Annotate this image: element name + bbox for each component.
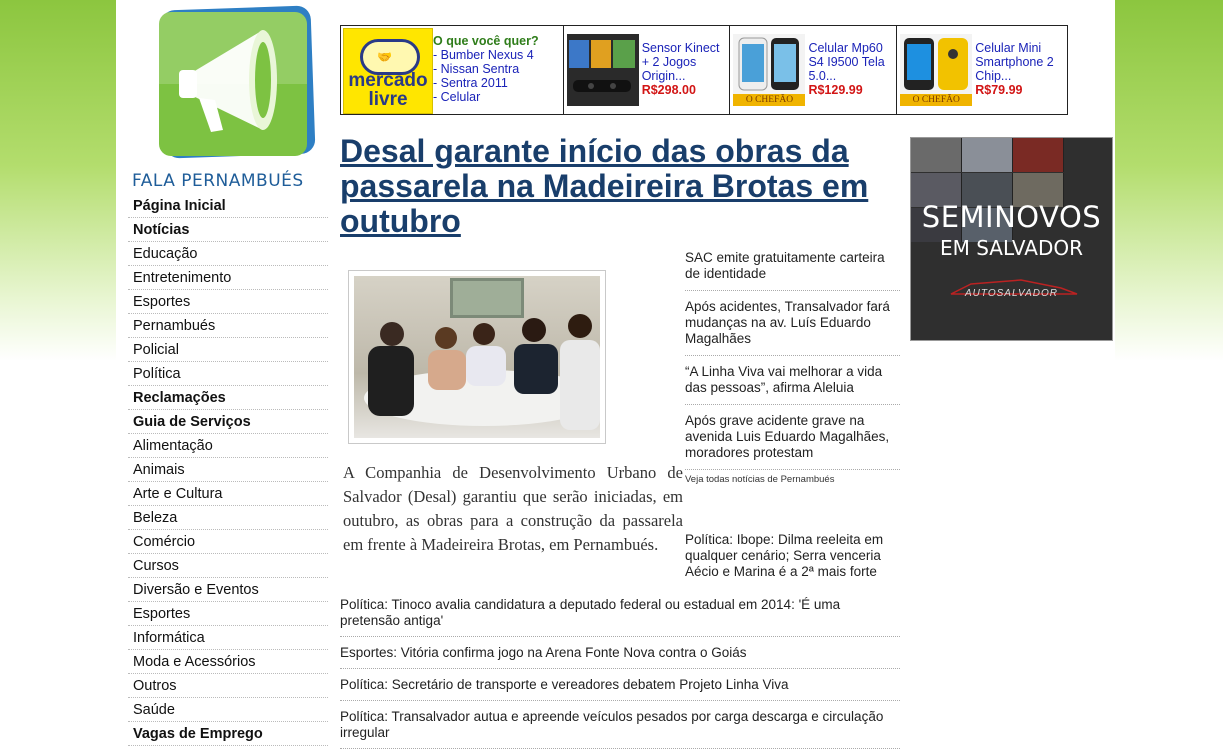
- nav-item[interactable]: Diversão e Eventos: [128, 578, 328, 602]
- product-price: R$298.00: [641, 83, 696, 97]
- car-thumbnails: [911, 138, 1112, 242]
- ad-link[interactable]: - Sentra 2011: [433, 76, 539, 90]
- news-item[interactable]: Política: Transalvador autua e apreende …: [340, 708, 900, 749]
- ad-link[interactable]: - Celular: [433, 90, 539, 104]
- news-list: Política: Tinoco avalia candidatura a de…: [340, 596, 900, 756]
- nav-item[interactable]: Animais: [128, 458, 328, 482]
- right-background: [1115, 0, 1223, 752]
- article-title[interactable]: Desal garante início das obras da passar…: [340, 134, 880, 239]
- nav-item[interactable]: Beleza: [128, 506, 328, 530]
- page-container: FALA PERNAMBUÉS Página Inicial Notícias Ed…: [116, 0, 1115, 752]
- main-navigation: Página Inicial Notícias Educação Entretenim…: [128, 194, 328, 746]
- related-news-list: SAC emite gratuitamente carteira de iden…: [685, 248, 900, 476]
- ad-strip: 🤝 mercado livre O que você quer? - Bumbe…: [340, 25, 1068, 115]
- nav-item[interactable]: Arte e Cultura: [128, 482, 328, 506]
- nav-item[interactable]: Educação: [128, 242, 328, 266]
- product-ad[interactable]: O CHEFÃO Celular Mini Smartphone 2 Chip.…: [897, 26, 1067, 114]
- nav-item[interactable]: Informática: [128, 626, 328, 650]
- news-item[interactable]: Política: Secretário de transporte e ver…: [340, 676, 900, 701]
- nav-item[interactable]: Reclamações: [128, 386, 328, 410]
- article-lead: A Companhia de Desenvolvimento Urbano de…: [343, 463, 683, 554]
- mercadolivre-logo[interactable]: 🤝 mercado livre: [343, 28, 433, 114]
- product-price: R$79.99: [975, 83, 1023, 97]
- kinect-product-image: [566, 34, 639, 106]
- nav-item[interactable]: Outros: [128, 674, 328, 698]
- news-item[interactable]: SAC emite gratuitamente carteira de iden…: [685, 248, 900, 291]
- car-outline-icon: [950, 279, 1078, 295]
- seminovos-banner[interactable]: SEMINOVOS EM SALVADOR AUTOSALVADOR: [910, 137, 1113, 341]
- nav-item[interactable]: Policial: [128, 338, 328, 362]
- nav-item[interactable]: Comércio: [128, 530, 328, 554]
- banner-headline: SEMINOVOS: [921, 200, 1102, 234]
- ad-link[interactable]: - Nissan Sentra: [433, 62, 539, 76]
- ad-link[interactable]: - Bumber Nexus 4: [433, 48, 539, 62]
- store-badge: O CHEFÃO: [900, 94, 973, 106]
- nav-item[interactable]: Guia de Serviços: [128, 410, 328, 434]
- news-item[interactable]: Política: Tinoco avalia candidatura a de…: [340, 596, 900, 637]
- ad-question: O que você quer?: [433, 34, 539, 48]
- nav-item[interactable]: Esportes: [128, 602, 328, 626]
- left-background: [0, 0, 116, 752]
- product-price: R$129.99: [808, 83, 863, 97]
- banner-brand: AUTOSALVADOR: [965, 288, 1058, 299]
- nav-item[interactable]: Vagas de Emprego: [128, 722, 328, 746]
- banner-subheadline: EM SALVADOR: [939, 236, 1084, 260]
- article-photo: [348, 270, 606, 444]
- nav-item[interactable]: Página Inicial: [128, 194, 328, 218]
- product-title[interactable]: Celular Mini Smartphone 2 Chip...: [975, 41, 1054, 83]
- mercadolivre-ad[interactable]: 🤝 mercado livre O que você quer? - Bumbe…: [341, 26, 564, 114]
- store-badge: O CHEFÃO: [733, 94, 806, 106]
- megaphone-icon: [159, 12, 307, 156]
- phone-product-image: O CHEFÃO: [733, 34, 806, 106]
- see-all-news-link[interactable]: Veja todas notícias de Pernambués: [685, 474, 834, 485]
- nav-item[interactable]: Esportes: [128, 290, 328, 314]
- news-item[interactable]: “A Linha Viva vai melhorar a vida das pe…: [685, 362, 900, 405]
- nav-item[interactable]: Notícias: [128, 218, 328, 242]
- site-logo[interactable]: FALA PERNAMBUÉS: [132, 4, 322, 191]
- nav-item[interactable]: Moda e Acessórios: [128, 650, 328, 674]
- nav-item[interactable]: Pernambués: [128, 314, 328, 338]
- mercadolivre-logo-text: mercado livre: [348, 70, 428, 110]
- nav-item[interactable]: Alimentação: [128, 434, 328, 458]
- nav-item[interactable]: Entretenimento: [128, 266, 328, 290]
- nav-item[interactable]: Política: [128, 362, 328, 386]
- product-ad[interactable]: O CHEFÃO Celular Mp60 S4 I9500 Tela 5.0.…: [730, 26, 898, 114]
- product-title[interactable]: Sensor Kinect + 2 Jogos Origin...: [642, 41, 720, 83]
- news-item[interactable]: Política: Ibope: Dilma reeleita em qualq…: [685, 532, 900, 580]
- product-title[interactable]: Celular Mp60 S4 I9500 Tela 5.0...: [808, 41, 884, 83]
- phone-product-image: O CHEFÃO: [900, 34, 973, 106]
- product-ad[interactable]: Sensor Kinect + 2 Jogos Origin... R$298.…: [564, 26, 731, 114]
- news-item[interactable]: Após acidentes, Transalvador fará mudanç…: [685, 297, 900, 356]
- nav-item[interactable]: Cursos: [128, 554, 328, 578]
- news-item[interactable]: Após grave acidente grave na avenida Lui…: [685, 411, 900, 470]
- news-item[interactable]: Esportes: Vitória confirma jogo na Arena…: [340, 644, 900, 669]
- nav-item[interactable]: Saúde: [128, 698, 328, 722]
- site-brand-name: FALA PERNAMBUÉS: [132, 171, 304, 191]
